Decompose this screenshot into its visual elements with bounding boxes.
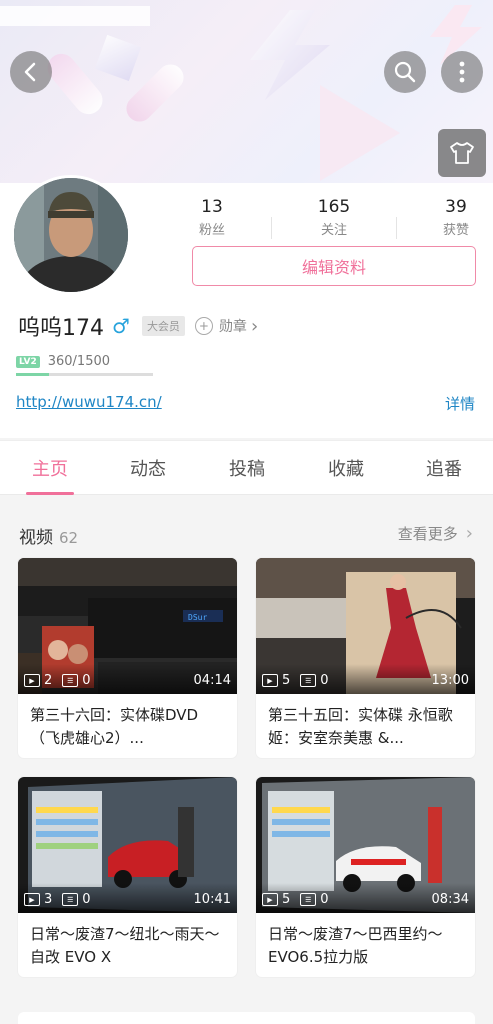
stat-followers[interactable]: 13 粉丝 <box>167 197 257 238</box>
videos-count: 62 <box>59 529 79 547</box>
likes-label: 获赞 <box>442 223 469 238</box>
banner-decoration <box>320 85 400 181</box>
followers-count: 13 <box>201 197 223 217</box>
more-button[interactable] <box>441 51 483 93</box>
back-button[interactable] <box>10 51 52 93</box>
medal-label: 勋章 <box>218 319 247 335</box>
medal-link[interactable]: + 勋章 › <box>194 315 259 337</box>
video-thumbnail: ▶ 5 ☰ 0 08:34 <box>256 777 475 913</box>
profile-info: 13 粉丝 165 关注 39 获赞 编辑资料 呜呜174 ♂ 大会员 + 勋章… <box>0 175 493 438</box>
video-title: 日常～废渣7～纽北～雨天～自改 EVO X <box>30 925 220 966</box>
more-vertical-icon <box>459 61 465 83</box>
video-thumbnail: ▶ 5 ☰ 0 13:00 <box>256 558 475 694</box>
video-title: 第三十五回：实体碟 永恒歌姬：安室奈美惠 &... <box>268 706 453 747</box>
tshirt-icon <box>450 142 474 164</box>
likes-count: 39 <box>445 197 467 217</box>
detail-button[interactable]: 详情 <box>445 393 475 414</box>
stat-following[interactable]: 165 关注 <box>289 197 379 238</box>
tab-home[interactable]: 主页 <box>15 455 85 481</box>
following-label: 关注 <box>320 223 347 238</box>
profile-page: 13 粉丝 165 关注 39 获赞 编辑资料 呜呜174 ♂ 大会员 + 勋章… <box>0 0 493 1024</box>
followers-label: 粉丝 <box>198 223 225 238</box>
edit-profile-button[interactable]: 编辑资料 <box>192 246 476 286</box>
profile-banner <box>0 0 493 183</box>
dress-up-button[interactable] <box>438 129 486 177</box>
stats-row: 13 粉丝 165 关注 39 获赞 <box>160 197 493 239</box>
profile-link[interactable]: http://wuwu174.cn/ <box>16 393 162 411</box>
status-bar-blur <box>0 6 150 26</box>
video-thumbnail: DSur ▶ 2 ☰ 0 04:14 <box>18 558 237 694</box>
video-title: 第三十六回：实体碟DVD（飞虎雄心2）... <box>30 706 199 747</box>
play-count: 5 <box>282 892 291 907</box>
see-more-button[interactable]: 查看更多 › <box>398 523 473 544</box>
divider <box>396 217 397 239</box>
play-count-icon: ▶ <box>262 674 278 687</box>
comment-count-icon: ☰ <box>300 893 317 906</box>
tab-favorites[interactable]: 收藏 <box>311 455 381 481</box>
video-title: 日常～废渣7～巴西里约～EVO6.5拉力版 <box>268 925 443 966</box>
videos-title-text: 视频 <box>19 528 53 548</box>
video-stats: ▶ 5 ☰ 0 <box>262 892 329 907</box>
divider <box>271 217 272 239</box>
following-count: 165 <box>317 197 351 217</box>
exp-progress-fill <box>16 373 49 376</box>
video-card[interactable]: ▶ 3 ☰ 0 10:41 日常～废渣7～纽北～雨天～自改 EVO X <box>18 777 237 977</box>
video-card[interactable]: DSur ▶ 2 ☰ 0 04:14 第三十六回：实体碟DVD（飞虎雄心2）... <box>18 558 237 758</box>
video-duration: 13:00 <box>431 673 469 688</box>
avatar[interactable] <box>11 175 131 295</box>
next-section-card <box>18 1012 475 1024</box>
level-row: LV2 360/1500 <box>16 354 110 369</box>
avatar-photo <box>14 178 128 292</box>
chevron-right-icon: › <box>465 523 473 544</box>
videos-title: 视频 62 <box>19 523 78 548</box>
play-count: 3 <box>44 892 53 907</box>
video-stats: ▶ 2 ☰ 0 <box>24 673 91 688</box>
search-button[interactable] <box>384 51 426 93</box>
video-stats: ▶ 5 ☰ 0 <box>262 673 329 688</box>
name-row: 呜呜174 ♂ 大会员 + 勋章 › <box>18 311 258 341</box>
videos-section-header: 视频 62 查看更多 › <box>0 496 493 556</box>
tab-uploads[interactable]: 投稿 <box>212 455 282 481</box>
username: 呜呜174 <box>18 316 104 341</box>
tab-bar: 主页 动态 投稿 收藏 追番 <box>0 440 493 495</box>
comment-count: 0 <box>82 892 91 907</box>
see-more-label: 查看更多 <box>397 525 458 543</box>
comment-count-icon: ☰ <box>300 674 317 687</box>
search-icon <box>394 61 416 83</box>
banner-decoration <box>94 34 142 82</box>
video-card[interactable]: ▶ 5 ☰ 0 08:34 日常～废渣7～巴西里约～EVO6.5拉力版 <box>256 777 475 977</box>
comment-count: 0 <box>320 892 329 907</box>
medal-icon: + <box>194 317 213 335</box>
exp-text: 360/1500 <box>47 354 111 369</box>
stat-likes[interactable]: 39 获赞 <box>411 197 493 238</box>
svg-text:DSur: DSur <box>188 613 207 622</box>
video-duration: 04:14 <box>193 673 231 688</box>
play-count-icon: ▶ <box>262 893 278 906</box>
video-duration: 08:34 <box>431 892 469 907</box>
exp-progress-bar <box>16 373 153 376</box>
tab-dynamics[interactable]: 动态 <box>113 455 183 481</box>
tab-active-indicator <box>26 492 74 495</box>
level-badge: LV2 <box>16 355 40 368</box>
video-card[interactable]: ▶ 5 ☰ 0 13:00 第三十五回：实体碟 永恒歌姬：安室奈美惠 &... <box>256 558 475 758</box>
chevron-left-icon <box>24 62 36 82</box>
video-stats: ▶ 3 ☰ 0 <box>24 892 91 907</box>
male-icon: ♂ <box>112 314 130 338</box>
comment-count-icon: ☰ <box>62 893 79 906</box>
tab-bangumi[interactable]: 追番 <box>409 455 479 481</box>
chevron-right-icon: › <box>250 315 259 337</box>
vip-badge[interactable]: 大会员 <box>141 316 185 336</box>
play-count: 5 <box>282 673 291 688</box>
comment-count: 0 <box>320 673 329 688</box>
play-count-icon: ▶ <box>24 893 40 906</box>
play-count: 2 <box>44 673 53 688</box>
video-duration: 10:41 <box>193 892 231 907</box>
comment-count: 0 <box>82 673 91 688</box>
comment-count-icon: ☰ <box>62 674 79 687</box>
video-thumbnail: ▶ 3 ☰ 0 10:41 <box>18 777 237 913</box>
play-count-icon: ▶ <box>24 674 40 687</box>
